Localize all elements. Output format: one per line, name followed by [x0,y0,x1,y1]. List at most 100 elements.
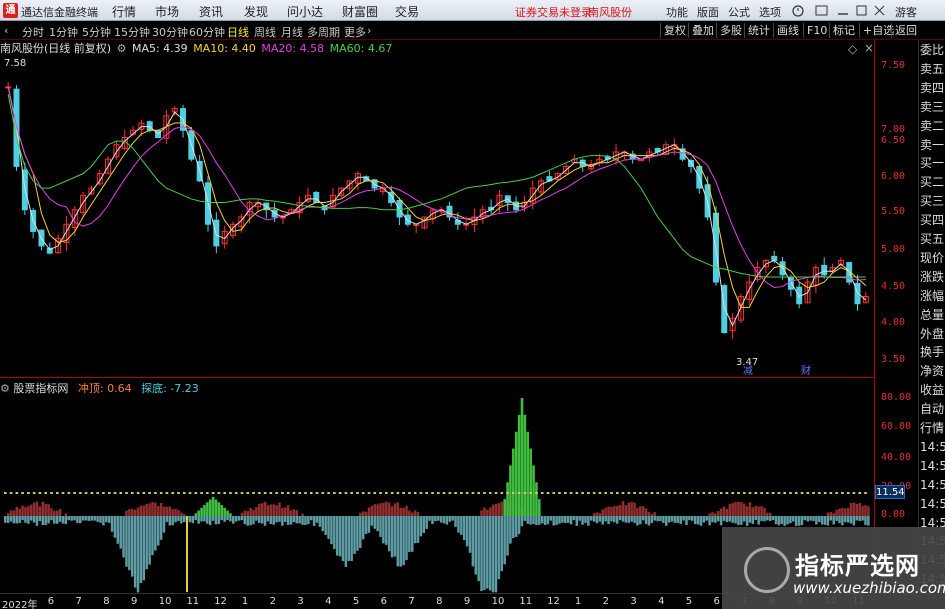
side-panel-item[interactable]: 委比 [920,42,945,59]
stock-title[interactable]: 南风股份(日线 前复权) [0,42,111,55]
threshold-dot [73,492,76,494]
candle[interactable] [771,255,778,261]
side-panel-item[interactable]: 行情 [920,420,945,437]
signal-bar [197,510,200,516]
side-panel-item[interactable]: 涨跌 [920,269,945,286]
side-panel-item[interactable]: 净资 [920,363,945,380]
side-panel-item[interactable]: 14:50 [920,496,945,513]
candle[interactable] [854,282,861,305]
chongding-bar [760,506,763,516]
tandi-bar [711,516,714,523]
side-panel-item[interactable]: 买一 [920,155,945,172]
threshold-dot [38,492,42,494]
side-panel-item[interactable]: 买五 [920,231,945,248]
side-panel-item[interactable]: 涨幅 [920,288,945,305]
tandi-bar [411,516,414,552]
side-panel-item[interactable]: 外盘 [920,326,945,343]
candle[interactable] [821,264,828,276]
expand-icon[interactable]: ◇ [848,42,857,56]
tandi-bar [812,516,815,522]
tandi-bar [503,516,506,565]
side-panel-item[interactable]: 现价 [920,250,945,267]
tandi-bar [647,516,651,526]
threshold-dot [558,492,561,494]
event-mark-finance[interactable]: 财 [800,366,812,378]
threshold-dot [79,492,82,494]
side-panel-item[interactable]: 14:50 [920,458,945,475]
threshold-dot [742,492,746,494]
tandi-bar [740,516,743,525]
tandi-bar [546,516,550,525]
chongding-bar [180,512,183,516]
tandi-bar [702,516,706,523]
tandi-bar [815,516,818,525]
threshold-dot [269,492,273,494]
chongding-bar [382,502,385,516]
threshold-dot [90,492,94,494]
tandi-bar [509,516,512,544]
threshold-dot [367,492,371,494]
tandi-bar [445,516,449,525]
tandi-bar [96,516,99,522]
tandi-bar [621,516,625,522]
chongding-bar [844,508,847,516]
threshold-dot [131,492,134,494]
date-axis-label: 1 [574,596,582,607]
side-panel-item[interactable]: 买二 [920,174,945,191]
guest-user[interactable]: 游客 [895,4,917,20]
candle[interactable] [146,121,153,131]
candle[interactable] [396,199,403,218]
back-button[interactable]: 返回 [891,23,920,38]
side-panel-item[interactable]: 14:50 [920,439,945,456]
side-panel-item[interactable]: 买三 [920,193,945,210]
threshold-dot [61,492,65,494]
side-panel-item[interactable]: 卖一 [920,137,945,154]
chongding-bar [393,503,397,516]
watermark-url: www.xuezhibiao.com [793,579,945,597]
chongding-bar [295,510,299,516]
chongding-bar [399,507,402,516]
event-mark-reduce[interactable]: 减 [742,366,754,378]
date-axis-label: 5 [685,596,693,607]
side-panel-item[interactable]: 收益 [920,382,945,399]
side-panel-item[interactable]: 卖二 [920,118,945,135]
side-panel-item[interactable]: 买四 [920,212,945,229]
settings-gear-icon[interactable]: ⚙ [117,42,127,55]
side-panel-item[interactable]: 卖五 [920,61,945,78]
tandi-bar [823,516,827,525]
date-axis-label: 10 [491,596,505,607]
side-panel-item[interactable]: 换手 [920,344,945,361]
tandi-bar [592,516,596,522]
chongding-bar [737,501,740,516]
side-panel-item[interactable]: 卖三 [920,99,945,116]
side-panel-item[interactable]: 自动 [920,401,945,418]
threshold-dot [465,492,469,494]
tandi-bar [145,516,148,570]
side-panel-item[interactable]: 14:50 [920,477,945,494]
chongding-bar [390,506,394,516]
tandi-bar [174,516,177,523]
close-icon[interactable] [874,5,885,16]
tandi-bar [725,516,729,523]
tandi-bar [76,516,79,523]
indicator-settings-icon[interactable]: ⚙ [0,382,10,395]
side-panel-item[interactable]: 总量 [920,307,945,324]
tandi-bar [653,516,656,521]
tandi-bar [321,516,325,532]
chongding-bar [486,509,489,516]
candle[interactable] [213,219,220,247]
tandi-bar [644,516,648,525]
tandi-bar [335,516,339,556]
tandi-bar [162,516,166,533]
kline-chart[interactable] [0,0,875,593]
threshold-dot [275,492,278,494]
threshold-dot [413,492,417,494]
close-pane-icon[interactable]: × [864,41,874,55]
tandi-bar [390,516,394,558]
side-panel-item[interactable]: 卖四 [920,80,945,97]
candle[interactable] [404,214,411,225]
tandi-bar [416,516,420,543]
chongding-bar [480,510,483,516]
indicator-name[interactable]: 股票指标网 [13,382,68,395]
threshold-dot [639,492,642,494]
